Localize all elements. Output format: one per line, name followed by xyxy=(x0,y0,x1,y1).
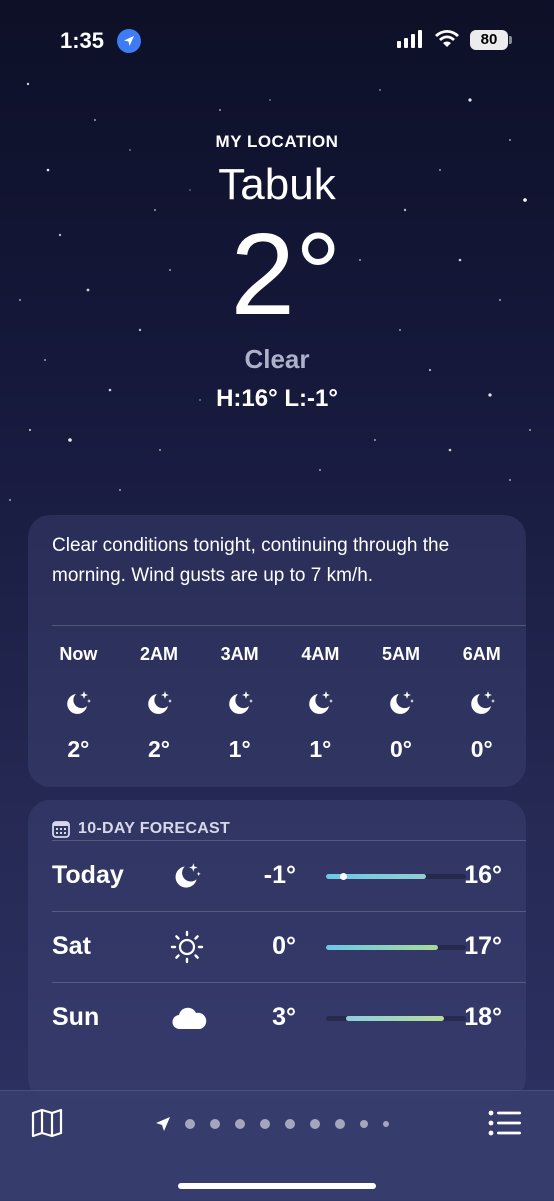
bottom-toolbar xyxy=(0,1090,554,1201)
hour-item: Now 2° xyxy=(38,644,119,763)
city-name: Tabuk xyxy=(218,160,336,209)
forecast-low: 0° xyxy=(272,932,296,960)
temperature-range-fill xyxy=(326,945,438,950)
moon-stars-icon xyxy=(119,678,200,728)
cellular-signal-icon xyxy=(397,30,422,48)
conditions-summary: Clear conditions tonight, continuing thr… xyxy=(52,535,450,586)
page-dot xyxy=(335,1119,345,1129)
cloud-icon xyxy=(170,1001,208,1040)
hour-temperature: 1° xyxy=(228,736,251,762)
moon-stars-icon xyxy=(441,678,522,728)
forecast-row[interactable]: Sun 3° 18° xyxy=(52,982,526,1053)
calendar-icon xyxy=(52,821,70,838)
high-low-temperature: H:16° L:-1° xyxy=(216,385,338,412)
current-temperature: 2° xyxy=(230,209,342,339)
status-bar: 1:35 80 xyxy=(0,26,554,56)
hour-item: 3AM 1° xyxy=(199,644,280,763)
temperature-range-bar xyxy=(326,1016,466,1021)
current-condition: Clear xyxy=(244,344,310,374)
wifi-icon xyxy=(435,30,459,47)
hour-time: 2AM xyxy=(140,644,179,664)
temperature-range-bar xyxy=(326,873,466,880)
forecast-day: Sat xyxy=(52,932,91,960)
forecast-header: 10-DAY FORECAST xyxy=(28,800,526,840)
location-services-icon xyxy=(117,29,141,53)
location-arrow-icon xyxy=(156,1117,170,1131)
forecast-high: 17° xyxy=(464,932,502,960)
sun-icon xyxy=(170,930,204,969)
list-icon[interactable] xyxy=(488,1109,522,1142)
temperature-range-fill xyxy=(346,1016,444,1021)
hour-time: Now xyxy=(59,644,98,664)
hour-item: 4AM 1° xyxy=(280,644,361,763)
forecast-row[interactable]: Today -1° 16° xyxy=(52,840,526,911)
page-dot xyxy=(260,1119,270,1129)
forecast-high: 16° xyxy=(464,861,502,889)
hour-temperature: 2° xyxy=(148,736,170,762)
hour-time: 4AM xyxy=(301,644,340,664)
page-dot xyxy=(360,1120,368,1128)
forecast-low: -1° xyxy=(263,861,296,889)
home-indicator[interactable] xyxy=(178,1183,376,1189)
hour-temperature: 2° xyxy=(67,736,90,762)
page-dot xyxy=(310,1119,320,1129)
map-icon[interactable] xyxy=(30,1107,64,1144)
forecast-day: Today xyxy=(52,861,124,889)
hour-item: 5AM 0° xyxy=(361,644,442,763)
hour-temperature: 0° xyxy=(470,736,493,762)
status-time: 1:35 xyxy=(60,28,105,53)
hourly-forecast-card[interactable]: Clear conditions tonight, continuing thr… xyxy=(28,515,526,787)
page-indicator[interactable] xyxy=(155,1116,404,1132)
hourly-strip[interactable]: Now 2° 2AM 2° 3AM 1° 4AM 1° 5AM 0° 6AM 0… xyxy=(28,626,526,763)
moon-stars-icon xyxy=(280,678,361,728)
forecast-day: Sun xyxy=(52,1003,100,1031)
hour-time: 6AM xyxy=(462,644,501,664)
forecast-row[interactable]: Sat 0° 17° xyxy=(52,911,526,982)
current-conditions: MY LOCATION Tabuk 2° Clear H:16° L:-1° xyxy=(0,132,554,413)
page-dot xyxy=(210,1119,220,1129)
hour-time: 5AM xyxy=(382,644,421,664)
page-dot xyxy=(285,1119,295,1129)
battery-indicator: 80 xyxy=(470,30,512,50)
hour-temperature: 1° xyxy=(309,736,332,762)
ten-day-forecast-card[interactable]: 10-DAY FORECAST Today -1° 16° Sat 0° 17°… xyxy=(28,800,526,1100)
page-dot xyxy=(235,1119,245,1129)
hour-temperature: 0° xyxy=(390,736,413,762)
forecast-low: 3° xyxy=(272,1003,296,1031)
temperature-range-bar xyxy=(326,945,466,950)
hour-time: 3AM xyxy=(220,644,259,664)
hour-item: 2AM 2° xyxy=(119,644,200,763)
moon-stars-icon xyxy=(38,678,119,728)
location-label: MY LOCATION xyxy=(215,132,339,151)
forecast-high: 18° xyxy=(464,1003,502,1031)
page-dot xyxy=(383,1121,389,1127)
moon-stars-icon xyxy=(170,859,204,898)
current-temperature-dot xyxy=(340,873,347,880)
page-dot xyxy=(185,1119,195,1129)
forecast-title: 10-DAY FORECAST xyxy=(78,820,231,837)
moon-stars-icon xyxy=(361,678,442,728)
hour-item: 6AM 0° xyxy=(441,644,522,763)
moon-stars-icon xyxy=(199,678,280,728)
